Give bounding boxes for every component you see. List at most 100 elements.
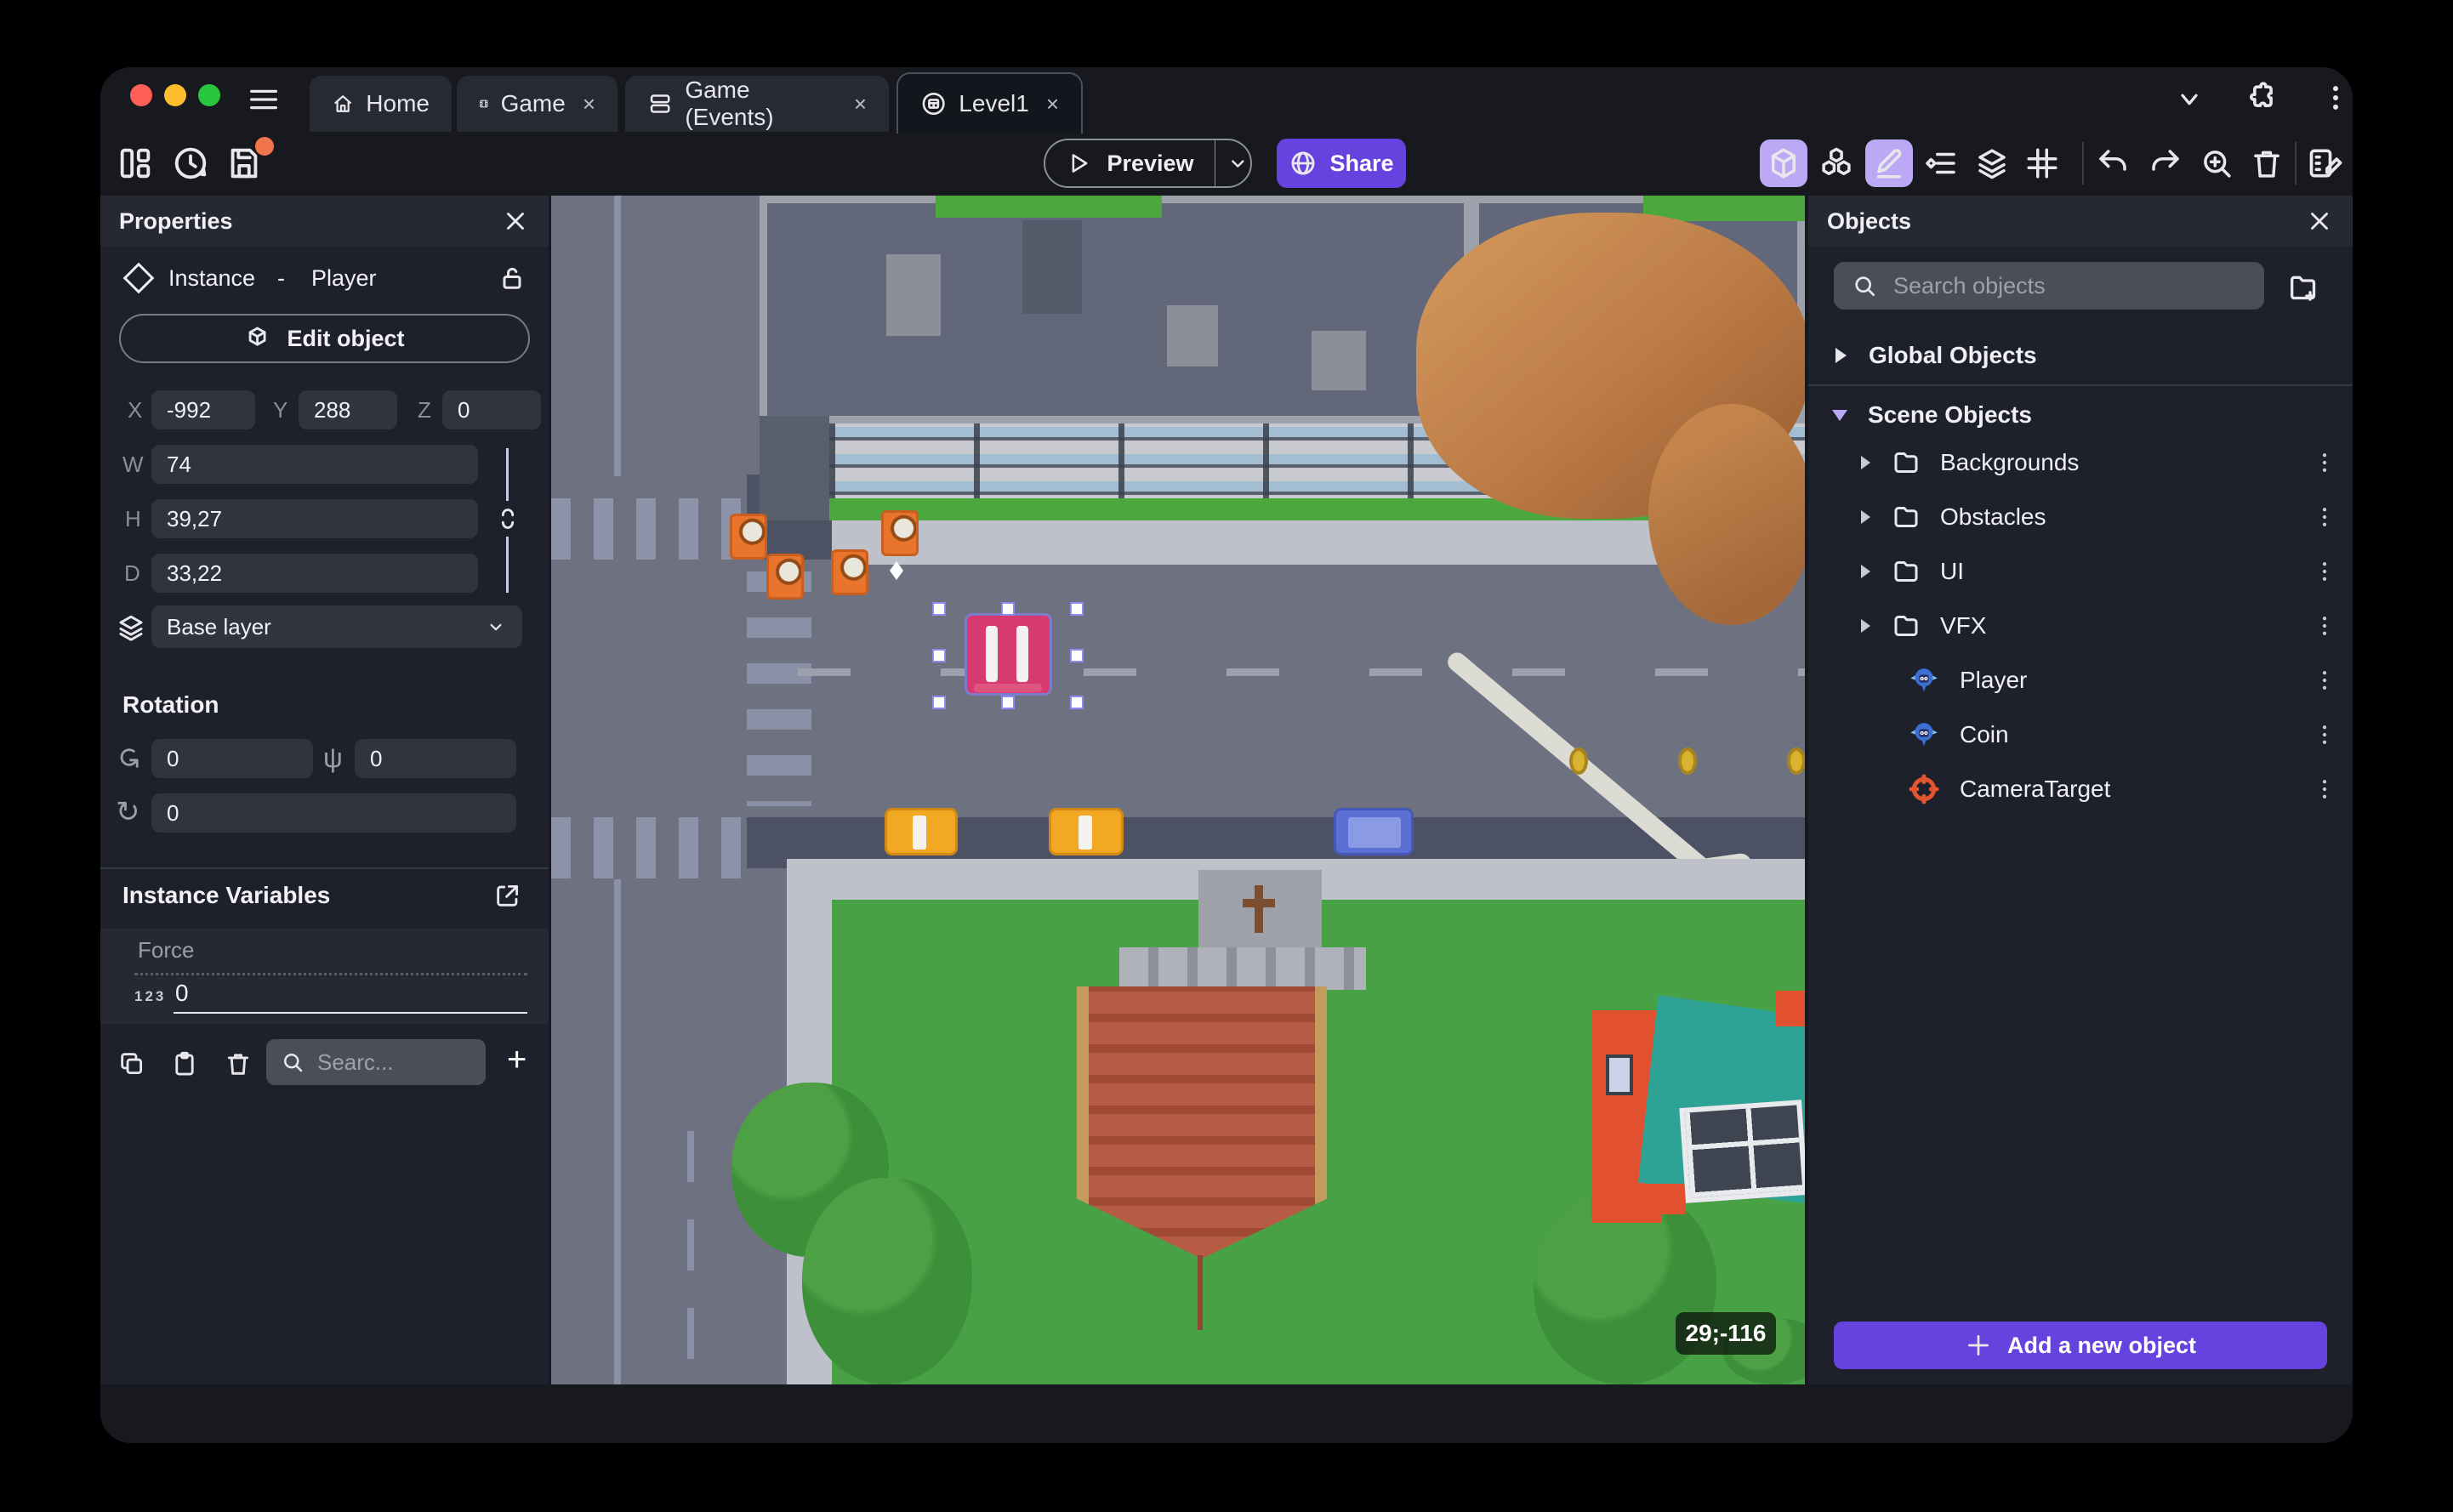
cone-obstacle[interactable] [881,510,919,556]
extensions-puzzle-icon[interactable] [2244,79,2281,117]
coin-instance[interactable] [1678,747,1697,775]
history-button[interactable] [171,144,210,183]
layout-panels-button[interactable] [116,144,155,183]
row-menu-dots-icon[interactable] [2312,668,2337,693]
tab-home[interactable]: Home [310,76,452,132]
park-tree[interactable] [802,1178,972,1384]
tree-item-cameratarget[interactable]: CameraTarget [1808,762,2353,816]
traffic-light-close[interactable] [130,84,152,106]
player-instance-selection[interactable] [932,602,1084,709]
variables-search[interactable] [266,1039,486,1085]
tab-game-events[interactable]: Game (Events) × [625,76,889,132]
undo-button[interactable] [2089,139,2137,187]
row-menu-dots-icon[interactable] [2312,776,2337,802]
tree-item-coin[interactable]: Coin [1808,708,2353,762]
layer-select[interactable]: Base layer [151,605,522,648]
row-menu-dots-icon[interactable] [2312,613,2337,639]
tower-neck[interactable] [1198,870,1322,952]
row-menu-dots-icon[interactable] [2312,559,2337,584]
view-3d-toggle[interactable] [1760,139,1807,187]
selection-handle[interactable] [932,649,946,662]
variable-name[interactable]: Force [138,937,194,963]
edit-object-button[interactable]: Edit object [119,314,530,363]
tab-close-icon[interactable]: × [1046,91,1059,117]
add-variable-button[interactable]: + [507,1041,526,1079]
layers-panel-button[interactable] [1968,139,2016,187]
scene-canvas[interactable]: 29;-116 [551,196,1805,1384]
add-new-object-button[interactable]: Add a new object [1834,1322,2327,1369]
selection-handle[interactable] [932,602,946,616]
cone-obstacle[interactable] [730,514,767,560]
instances-list-button[interactable] [1918,139,1966,187]
share-button[interactable]: Share [1277,139,1406,188]
selection-handle[interactable] [1070,696,1084,709]
coin-instance[interactable] [1787,747,1805,775]
link-chain-icon[interactable] [493,506,522,531]
selection-handle[interactable] [1001,696,1015,709]
objects-mode-button[interactable] [1813,139,1860,187]
tab-level1[interactable]: Level1 × [896,72,1083,134]
tab-close-icon[interactable]: × [583,91,595,117]
close-icon[interactable] [501,207,530,236]
building-roof[interactable] [760,196,1471,423]
close-icon[interactable] [2305,207,2334,236]
group-scene-objects[interactable]: Scene Objects [1808,388,2353,442]
traffic-light-zoom[interactable] [198,84,220,106]
tab-close-icon[interactable]: × [854,91,867,117]
zoom-in-button[interactable] [2193,139,2240,187]
preview-chevron-down-icon[interactable] [1226,150,1250,177]
preview-split-button[interactable]: Preview [1044,139,1252,188]
rotation-y-field[interactable] [355,739,516,778]
group-global-objects[interactable]: Global Objects [1808,328,2353,383]
z-field[interactable] [442,390,541,429]
copy-icon[interactable] [117,1049,146,1078]
selection-handle[interactable] [1001,602,1015,616]
instance-variables-title: Instance Variables [122,882,331,908]
tree-item-ui[interactable]: UI [1808,544,2353,599]
traffic-light-minimize[interactable] [164,84,186,106]
window-chevron-down-icon[interactable] [2172,86,2206,113]
taxi-car[interactable] [1049,808,1124,855]
row-menu-dots-icon[interactable] [2312,722,2337,747]
selection-handle[interactable] [932,696,946,709]
player-car[interactable] [965,613,1052,696]
tree-item-obstacles[interactable]: Obstacles [1808,490,2353,544]
save-button[interactable] [225,137,274,183]
tree-item-backgrounds[interactable]: Backgrounds [1808,435,2353,490]
selection-handle[interactable] [1070,602,1084,616]
paste-clipboard-icon[interactable] [170,1049,199,1078]
delete-button[interactable] [2243,139,2291,187]
h-field[interactable] [151,499,478,538]
rotation-z-field[interactable] [151,793,516,833]
lock-open-icon[interactable] [497,263,527,293]
open-events-editor-button[interactable] [2302,139,2349,187]
edit-mode-toggle[interactable] [1865,139,1913,187]
cone-obstacle[interactable] [766,554,804,600]
rotation-x-field[interactable] [151,739,313,778]
variable-value[interactable]: 0 [175,980,189,1007]
trash-small-icon[interactable] [224,1049,253,1078]
blue-car[interactable] [1334,808,1414,855]
taxi-car[interactable] [885,808,958,855]
coin-instance[interactable] [1569,747,1588,775]
objects-search-input[interactable] [1892,271,2218,300]
external-link-icon[interactable] [493,881,522,910]
tree-item-vfx[interactable]: VFX [1808,599,2353,653]
variables-search-input[interactable] [316,1048,464,1077]
x-field[interactable] [151,390,255,429]
grid-toggle-button[interactable] [2018,139,2066,187]
w-field[interactable] [151,445,478,484]
row-menu-dots-icon[interactable] [2312,450,2337,475]
window-menu-dots-icon[interactable] [2319,81,2353,115]
redo-button[interactable] [2142,139,2189,187]
row-menu-dots-icon[interactable] [2312,504,2337,530]
selection-handle[interactable] [1070,649,1084,662]
tab-game[interactable]: Game × [457,76,618,132]
d-field[interactable] [151,554,478,593]
cone-obstacle[interactable] [831,549,868,595]
objects-search[interactable] [1834,262,2264,310]
tree-item-player[interactable]: Player [1808,653,2353,708]
hamburger-menu-icon[interactable] [247,86,281,113]
add-folder-icon[interactable] [2286,270,2320,304]
y-field[interactable] [299,390,397,429]
